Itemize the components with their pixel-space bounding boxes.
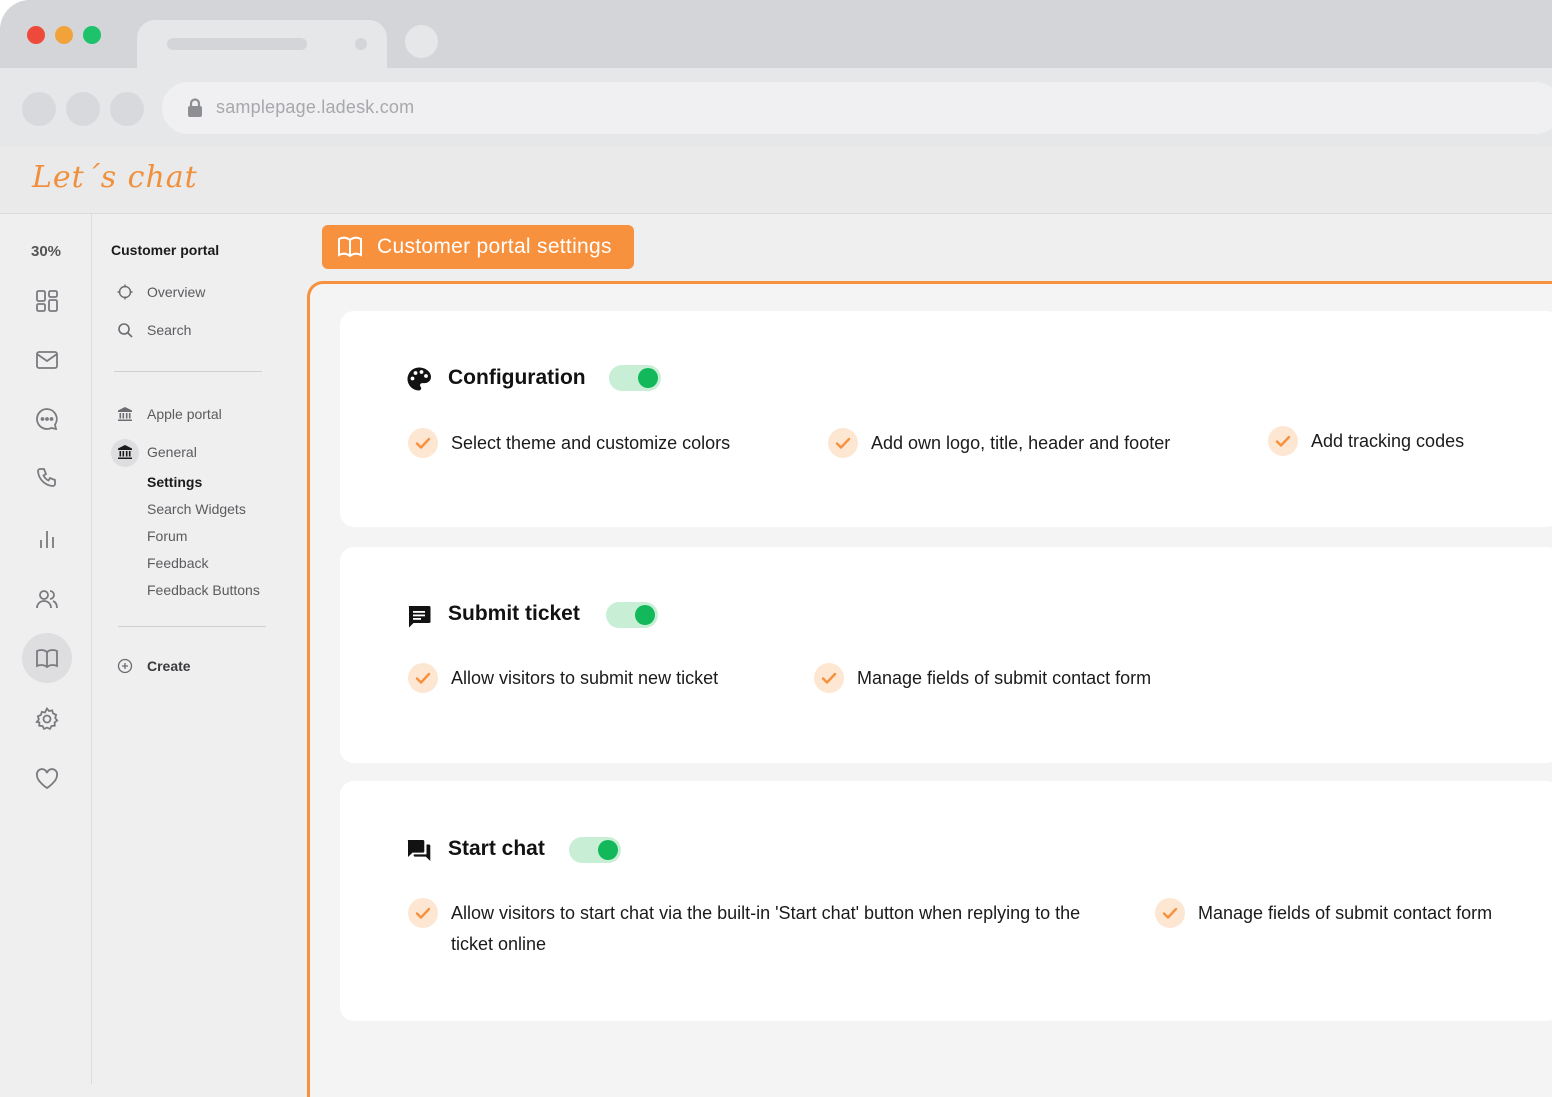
feature-text: Allow visitors to submit new ticket	[451, 668, 719, 688]
browser-tabbar	[0, 0, 1552, 72]
create-portal-button[interactable]: Create	[117, 658, 191, 674]
feature-item: Add tracking codes	[1268, 426, 1464, 457]
feature-item: Manage fields of submit contact form	[1155, 898, 1492, 929]
nav-item-overview[interactable]: Overview	[117, 284, 205, 300]
search-icon	[117, 322, 133, 338]
chat-bubbles-icon	[406, 837, 432, 863]
nav-sub-search-widgets[interactable]: Search Widgets	[147, 501, 246, 517]
bank-icon	[117, 406, 133, 422]
back-button[interactable]	[22, 92, 56, 126]
check-icon	[828, 428, 858, 458]
tab-label: Customer portal settings	[377, 235, 612, 258]
nav-sub-forum[interactable]: Forum	[147, 528, 187, 544]
browser-window: samplepage.ladesk.com Let´s chat 30% Cus…	[0, 0, 1552, 1097]
toggle-knob	[635, 605, 655, 625]
nav-item-apple-portal[interactable]: Apple portal	[117, 406, 222, 422]
plus-circle-icon	[117, 658, 133, 674]
bank-icon	[117, 444, 133, 460]
check-icon	[1268, 426, 1298, 456]
check-icon	[1155, 898, 1185, 928]
configuration-toggle[interactable]	[609, 365, 661, 391]
feature-text: Allow visitors to start chat via the bui…	[451, 903, 1081, 954]
nav-divider	[114, 371, 262, 372]
configuration-card: Configuration Select theme and customize…	[340, 311, 1552, 527]
app-header: Let´s chat	[0, 146, 1552, 214]
feature-text: Add own logo, title, header and footer	[871, 433, 1171, 453]
tab-title-placeholder	[167, 38, 307, 50]
start-chat-card: Start chat Allow visitors to start chat …	[340, 781, 1552, 1021]
minimize-window-button[interactable]	[55, 26, 73, 44]
book-icon	[338, 236, 362, 258]
reports-icon[interactable]	[34, 526, 60, 552]
nav-item-label: Search	[147, 322, 192, 338]
nav-title: Customer portal	[111, 242, 220, 258]
check-icon	[408, 428, 438, 458]
knowledgebase-icon[interactable]	[34, 645, 60, 671]
nav-divider	[118, 626, 266, 627]
start-chat-toggle[interactable]	[569, 837, 621, 863]
feature-item: Add own logo, title, header and footer	[828, 428, 1170, 459]
create-label: Create	[147, 658, 191, 674]
feature-text: Select theme and customize colors	[451, 433, 731, 453]
nav-sub-feedback-buttons[interactable]: Feedback Buttons	[147, 582, 260, 598]
feature-text: Add tracking codes	[1311, 431, 1465, 451]
feature-text: Manage fields of submit contact form	[857, 668, 1152, 688]
nav-item-label: General	[147, 444, 197, 460]
chat-icon[interactable]	[34, 406, 60, 432]
nav-item-general[interactable]: General	[117, 444, 197, 460]
setup-progress-label[interactable]: 30%	[31, 243, 61, 260]
nav-item-search[interactable]: Search	[117, 322, 191, 338]
nav-sub-settings[interactable]: Settings	[147, 474, 202, 490]
overview-icon	[117, 284, 133, 300]
feature-text: Manage fields of submit contact form	[1198, 903, 1493, 923]
submit-ticket-toggle[interactable]	[606, 602, 658, 628]
mail-icon[interactable]	[34, 347, 60, 373]
card-title: Start chat	[448, 837, 545, 860]
reload-button[interactable]	[110, 92, 144, 126]
card-title: Configuration	[448, 366, 586, 389]
toggle-knob	[638, 368, 658, 388]
nav-item-label: Overview	[147, 284, 206, 300]
phone-icon[interactable]	[34, 466, 60, 492]
toggle-knob	[598, 840, 618, 860]
submit-ticket-card: Submit ticket Allow visitors to submit n…	[340, 547, 1552, 763]
app-logo[interactable]: Let´s chat	[32, 160, 198, 195]
message-icon	[406, 603, 432, 629]
close-window-button[interactable]	[27, 26, 45, 44]
check-icon	[814, 663, 844, 693]
palette-icon	[406, 366, 432, 392]
browser-tab[interactable]	[137, 20, 387, 72]
feature-item: Allow visitors to submit new ticket	[408, 663, 718, 694]
nav-sub-feedback[interactable]: Feedback	[147, 555, 208, 571]
lock-icon	[186, 98, 204, 118]
forward-button[interactable]	[66, 92, 100, 126]
dashboard-icon[interactable]	[34, 288, 60, 314]
feature-item: Manage fields of submit contact form	[814, 663, 1151, 694]
check-icon	[408, 898, 438, 928]
customer-portal-nav: Customer portal Overview Search Apple po…	[92, 214, 307, 1097]
url-text: samplepage.ladesk.com	[216, 97, 415, 117]
maximize-window-button[interactable]	[83, 26, 101, 44]
heart-icon[interactable]	[34, 766, 60, 792]
card-title: Submit ticket	[448, 602, 580, 625]
feature-item: Allow visitors to start chat via the bui…	[408, 898, 1098, 960]
nav-item-label: Apple portal	[147, 406, 222, 422]
contacts-icon[interactable]	[34, 586, 60, 612]
address-bar[interactable]: samplepage.ladesk.com	[162, 82, 1552, 134]
tab-close-icon[interactable]	[355, 38, 367, 50]
new-tab-button[interactable]	[405, 25, 438, 58]
check-icon	[408, 663, 438, 693]
settings-icon[interactable]	[34, 706, 60, 732]
feature-item: Select theme and customize colors	[408, 428, 730, 459]
icon-rail: 30%	[0, 214, 92, 1084]
tab-customer-portal-settings[interactable]: Customer portal settings	[322, 225, 634, 269]
